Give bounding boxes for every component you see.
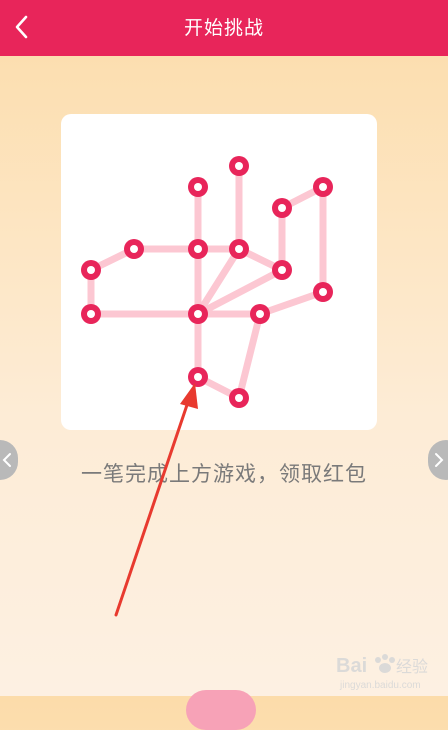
one-stroke-puzzle[interactable] [61, 114, 377, 430]
puzzle-node[interactable] [188, 367, 208, 387]
instruction-text: 一笔完成上方游戏，领取红包 [81, 462, 367, 486]
puzzle-node[interactable] [81, 260, 101, 280]
puzzle-node[interactable] [81, 304, 101, 324]
puzzle-node[interactable] [229, 239, 249, 259]
puzzle-card [61, 114, 377, 430]
puzzle-node[interactable] [188, 239, 208, 259]
puzzle-edge [235, 310, 264, 402]
watermark-brand-text: Bai [336, 655, 367, 677]
watermark-suffix: 经验 [396, 657, 428, 676]
puzzle-node[interactable] [313, 177, 333, 197]
puzzle-node[interactable] [313, 282, 333, 302]
puzzle-node[interactable] [188, 177, 208, 197]
puzzle-edge [256, 288, 327, 318]
puzzle-node[interactable] [272, 260, 292, 280]
puzzle-node[interactable] [250, 304, 270, 324]
page-title: 开始挑战 [183, 17, 264, 39]
puzzle-node[interactable] [124, 239, 144, 259]
app-header: 开始挑战 [0, 0, 448, 56]
puzzle-node[interactable] [272, 198, 292, 218]
watermark-url: jingyan.baidu.com [339, 680, 421, 691]
puzzle-node[interactable] [188, 304, 208, 324]
puzzle-node[interactable] [229, 156, 249, 176]
bottom-action-button[interactable] [186, 690, 256, 730]
paw-icon [375, 654, 395, 673]
baidu-jingyan-watermark: Bai 经验 jingyan.baidu.com [336, 654, 428, 691]
puzzle-node[interactable] [229, 388, 249, 408]
